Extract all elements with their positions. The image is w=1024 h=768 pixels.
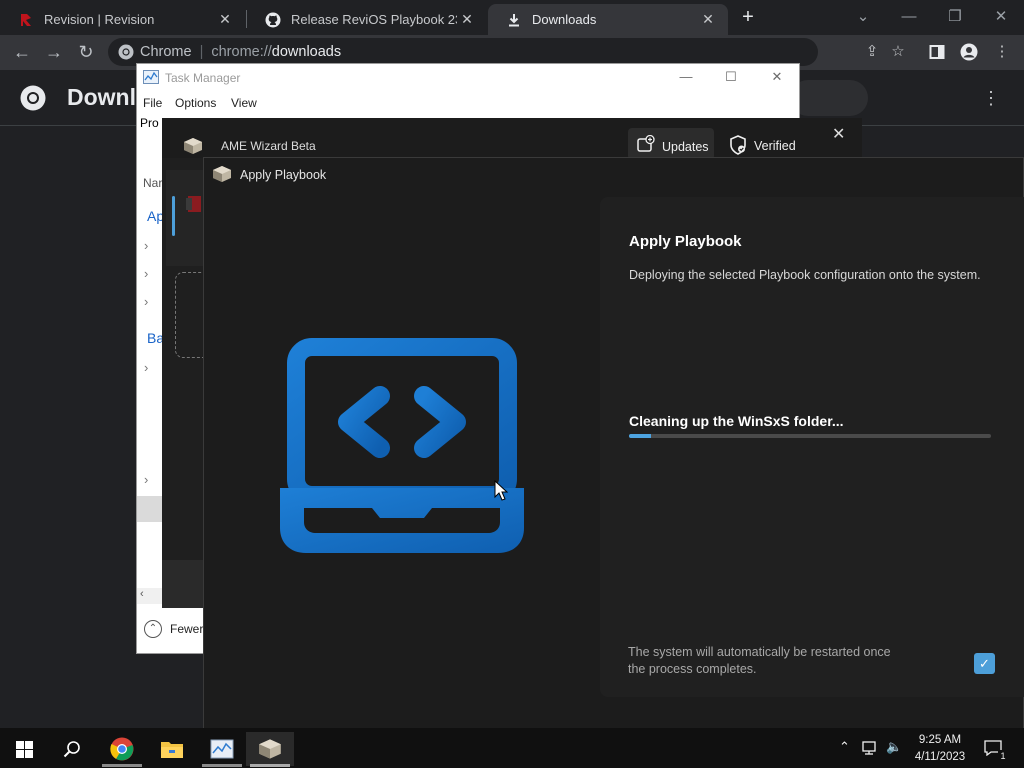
chevron-right-icon[interactable]: ›: [144, 472, 148, 487]
tab-downloads[interactable]: Downloads ✕: [488, 4, 728, 35]
updates-label: Updates: [662, 140, 709, 154]
ame-wizard-taskbar-icon[interactable]: [246, 732, 294, 766]
progress-fill: [629, 434, 651, 438]
verified-label: Verified: [754, 139, 796, 153]
download-icon: [506, 12, 522, 28]
reload-icon[interactable]: ↻: [74, 41, 98, 65]
new-tab-icon[interactable]: +: [736, 6, 760, 30]
search-icon[interactable]: [48, 732, 96, 766]
chevron-up-icon[interactable]: ⌃: [839, 739, 850, 755]
apply-description: Deploying the selected Playbook configur…: [629, 268, 981, 282]
mouse-cursor-icon: [494, 479, 509, 507]
chevron-right-icon[interactable]: ›: [144, 360, 148, 375]
clock-time: 9:25 AM: [918, 734, 962, 746]
progress-bar: [629, 434, 991, 438]
clock-date: 4/11/2023: [914, 751, 966, 763]
close-tab-icon[interactable]: ✕: [457, 11, 477, 28]
menu-view[interactable]: View: [231, 96, 257, 110]
url-path: downloads: [271, 44, 342, 60]
share-icon[interactable]: ⇪: [861, 41, 883, 63]
omnibox-label: Chrome: [140, 44, 192, 60]
apply-heading: Apply Playbook: [629, 233, 742, 250]
forward-icon[interactable]: →: [42, 41, 66, 65]
minimize-icon[interactable]: —: [671, 66, 701, 88]
chevron-down-icon[interactable]: ⌄: [840, 4, 886, 30]
ame-footer-button[interactable]: [162, 560, 204, 608]
task-manager-icon: [143, 70, 159, 89]
more-menu-icon[interactable]: ⋮: [982, 88, 1000, 109]
close-window-icon[interactable]: ✕: [762, 66, 792, 88]
tab-processes[interactable]: Pro: [140, 116, 159, 130]
address-bar[interactable]: Chrome | chrome:// downloads: [108, 38, 818, 66]
status-text: Cleaning up the WinSxS folder...: [629, 413, 844, 429]
profile-icon[interactable]: [958, 41, 980, 63]
chevron-right-icon[interactable]: ›: [144, 294, 148, 309]
ame-wizard-logo-icon: [212, 165, 232, 188]
search-downloads-field[interactable]: [790, 80, 868, 116]
restart-note: The system will automatically be restart…: [628, 645, 891, 676]
close-tab-icon[interactable]: ✕: [215, 11, 235, 28]
notification-badge: 1: [998, 750, 1008, 762]
github-icon: [265, 12, 281, 28]
chevron-right-icon[interactable]: ›: [144, 266, 148, 281]
start-windows-icon[interactable]: [0, 732, 48, 766]
omnibox-divider: |: [199, 44, 204, 60]
chrome-logo-icon: [20, 85, 46, 116]
chevron-up-icon[interactable]: ⌃: [144, 620, 162, 638]
tab-title: Downloads: [532, 12, 597, 27]
active-indicator: [250, 764, 290, 767]
selection-indicator: [172, 196, 175, 236]
star-icon[interactable]: ☆: [887, 41, 909, 63]
chrome-taskbar-icon[interactable]: [98, 732, 146, 766]
network-icon[interactable]: [862, 740, 880, 759]
volume-icon[interactable]: 🔈: [886, 739, 902, 755]
back-icon[interactable]: ←: [10, 41, 34, 65]
close-tab-icon[interactable]: ✕: [698, 11, 718, 28]
taskbar-clock[interactable]: 9:25 AM 4/11/2023: [912, 732, 968, 766]
playbook-card-icon: [185, 194, 203, 219]
task-manager-taskbar-icon[interactable]: [198, 732, 246, 766]
chrome-logo-icon: [118, 44, 134, 60]
more-menu-icon[interactable]: ⋮: [991, 41, 1013, 63]
tab-title: Release ReviOS Playbook 23.04 ·: [291, 12, 457, 27]
menu-file[interactable]: File: [143, 96, 162, 110]
column-header-name[interactable]: Nar: [143, 176, 162, 190]
close-window-icon[interactable]: ✕: [978, 4, 1024, 30]
side-panel-icon[interactable]: [926, 41, 948, 63]
active-indicator: [102, 764, 142, 767]
tab-revision[interactable]: Revision | Revision ✕: [0, 4, 245, 35]
menu-options[interactable]: Options: [175, 96, 216, 110]
minimize-icon[interactable]: —: [886, 4, 932, 30]
url-scheme: chrome://: [211, 44, 272, 60]
revision-icon: [18, 12, 34, 28]
restore-icon[interactable]: ❐: [932, 4, 978, 30]
task-manager-title: Task Manager: [165, 71, 241, 85]
close-icon[interactable]: ✕: [832, 124, 845, 144]
tab-release[interactable]: Release ReviOS Playbook 23.04 · ✕: [247, 4, 487, 35]
chevron-right-icon[interactable]: ›: [144, 238, 148, 253]
file-explorer-icon[interactable]: [148, 732, 196, 766]
maximize-icon[interactable]: ☐: [716, 66, 746, 88]
ame-wizard-title: AME Wizard Beta: [221, 139, 316, 153]
restart-checkbox[interactable]: ✓: [974, 653, 995, 674]
active-indicator: [202, 764, 242, 767]
ame-wizard-logo-icon: [183, 137, 203, 160]
apply-window-title: Apply Playbook: [240, 168, 327, 182]
laptop-code-icon: [276, 338, 528, 565]
updates-icon: [637, 134, 655, 158]
tab-title: Revision | Revision: [44, 12, 155, 27]
fewer-details-button[interactable]: Fewer: [170, 622, 203, 636]
